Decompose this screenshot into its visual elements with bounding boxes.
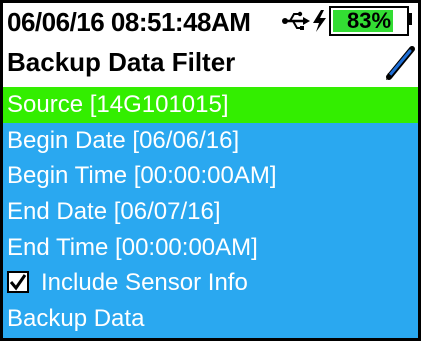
checkmark-icon xyxy=(9,274,27,291)
menu-item-source[interactable]: Source [14G101015] xyxy=(3,87,418,123)
pen-icon xyxy=(386,46,415,80)
menu-item-end-time[interactable]: End Time [00:00:00AM] xyxy=(3,230,418,266)
menu-item-begin-date[interactable]: Begin Date [06/06/16] xyxy=(3,123,418,159)
usb-icon xyxy=(282,11,310,30)
menu-item-label: Include Sensor Info xyxy=(41,269,248,296)
lightning-bolt-icon xyxy=(313,10,326,32)
menu-list: Source [14G101015] Begin Date [06/06/16]… xyxy=(3,87,418,338)
menu-item-label: Backup Data xyxy=(7,305,145,332)
menu-item-end-date[interactable]: End Date [06/07/16] xyxy=(3,194,418,230)
menu-item-label: End Time [00:00:00AM] xyxy=(7,234,258,261)
menu-item-label: Begin Time [00:00:00AM] xyxy=(7,162,277,189)
battery-tip xyxy=(407,13,412,25)
menu-item-include-sensor-info[interactable]: Include Sensor Info xyxy=(3,265,418,301)
menu-item-label: Source [14G101015] xyxy=(7,91,229,118)
menu-item-backup-data[interactable]: Backup Data xyxy=(3,301,418,337)
datetime-display: 06/06/16 08:51:48AM xyxy=(7,7,251,37)
battery-percent: 83% xyxy=(346,8,392,33)
status-bar: 06/06/16 08:51:48AM 83% xyxy=(3,3,418,43)
battery-body: 83% xyxy=(329,6,409,36)
menu-item-label: Begin Date [06/06/16] xyxy=(7,127,240,154)
menu-item-label: End Date [06/07/16] xyxy=(7,198,221,225)
menu-item-begin-time[interactable]: Begin Time [00:00:00AM] xyxy=(3,158,418,194)
battery-indicator: 83% xyxy=(329,6,412,36)
include-sensor-checkbox[interactable] xyxy=(7,271,29,293)
device-screen: 06/06/16 08:51:48AM 83% Backup Data Filt… xyxy=(0,0,421,341)
header: Backup Data Filter xyxy=(3,43,418,83)
page-title: Backup Data Filter xyxy=(7,47,236,77)
